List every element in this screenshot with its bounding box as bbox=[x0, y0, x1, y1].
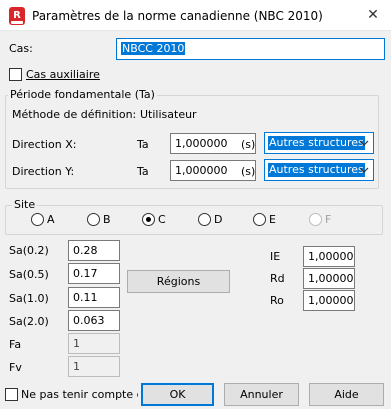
site-label-b: B bbox=[103, 213, 111, 226]
title-bar: R Paramètres de la norme canadienne (NBC… bbox=[0, 0, 391, 31]
direction-y-symbol: Ta bbox=[137, 165, 149, 178]
ignore-checkbox[interactable] bbox=[5, 388, 18, 401]
ie-label: IE bbox=[270, 250, 281, 263]
site-label-c: C bbox=[158, 213, 166, 226]
cas-label: Cas: bbox=[9, 42, 33, 55]
site-radio-c[interactable] bbox=[142, 213, 155, 226]
sa05-input[interactable]: 0.17 bbox=[68, 263, 120, 284]
methode-value: Utilisateur bbox=[140, 108, 197, 121]
site-radio-b[interactable] bbox=[87, 213, 100, 226]
cas-auxiliaire-checkbox[interactable] bbox=[9, 68, 22, 81]
sa20-input[interactable]: 0.063 bbox=[68, 310, 120, 331]
site-label-e: E bbox=[269, 213, 276, 226]
ro-input[interactable]: 1,000000 bbox=[303, 290, 355, 311]
fa-field: 1 bbox=[68, 333, 120, 354]
site-label-d: D bbox=[214, 213, 223, 226]
site-radio-f bbox=[309, 213, 322, 226]
direction-y-type-value: Autres structures bbox=[268, 163, 365, 177]
sa10-label: Sa(1.0) bbox=[9, 292, 49, 305]
site-label-f: F bbox=[325, 213, 332, 226]
chevron-down-icon bbox=[359, 140, 369, 146]
ignore-label: Ne pas tenir compte de la bbox=[21, 388, 138, 401]
site-radio-d[interactable] bbox=[198, 213, 211, 226]
direction-x-label: Direction X: bbox=[12, 138, 77, 151]
sa02-label: Sa(0.2) bbox=[9, 244, 49, 257]
direction-y-unit: (s) bbox=[241, 165, 256, 178]
ro-label: Ro bbox=[270, 294, 284, 307]
window-title: Paramètres de la norme canadienne (NBC 2… bbox=[32, 9, 323, 23]
app-icon: R bbox=[9, 7, 25, 25]
fv-field: 1 bbox=[68, 356, 120, 377]
sa02-input[interactable]: 0.28 bbox=[68, 240, 120, 261]
rd-input[interactable]: 1,000000 bbox=[303, 268, 355, 289]
site-label-a: A bbox=[47, 213, 55, 226]
fv-label: Fv bbox=[9, 361, 22, 374]
cas-auxiliaire-label: Cas auxiliaire bbox=[26, 68, 100, 81]
chevron-down-icon bbox=[359, 167, 369, 173]
cas-auxiliaire-text: Cas auxiliaire bbox=[26, 68, 100, 81]
help-button[interactable]: Aide bbox=[309, 383, 384, 406]
cancel-button[interactable]: Annuler bbox=[224, 383, 299, 406]
site-radio-a[interactable] bbox=[31, 213, 44, 226]
methode-label: Méthode de définition: bbox=[12, 108, 137, 121]
site-group-title: Site bbox=[12, 198, 38, 211]
rd-label: Rd bbox=[270, 272, 285, 285]
site-radio-e[interactable] bbox=[253, 213, 266, 226]
periode-group-title: Période fondamentale (Ta) bbox=[8, 88, 157, 101]
close-icon[interactable]: ✕ bbox=[361, 4, 385, 26]
regions-button[interactable]: Régions bbox=[127, 270, 230, 293]
direction-x-type-select[interactable]: Autres structures bbox=[264, 132, 374, 154]
fa-label: Fa bbox=[9, 338, 22, 351]
direction-y-label: Direction Y: bbox=[12, 165, 75, 178]
cas-input-value: NBCC 2010 bbox=[121, 42, 186, 55]
ie-input[interactable]: 1,000000 bbox=[303, 246, 355, 267]
sa05-label: Sa(0.5) bbox=[9, 268, 49, 281]
direction-y-type-select[interactable]: Autres structures bbox=[264, 159, 374, 181]
direction-x-unit: (s) bbox=[241, 138, 256, 151]
ok-button[interactable]: OK bbox=[141, 383, 214, 406]
direction-x-symbol: Ta bbox=[137, 138, 149, 151]
sa10-input[interactable]: 0.11 bbox=[68, 287, 120, 308]
direction-x-type-value: Autres structures bbox=[268, 136, 365, 150]
sa20-label: Sa(2.0) bbox=[9, 315, 49, 328]
cas-input[interactable]: NBCC 2010 bbox=[116, 38, 385, 60]
